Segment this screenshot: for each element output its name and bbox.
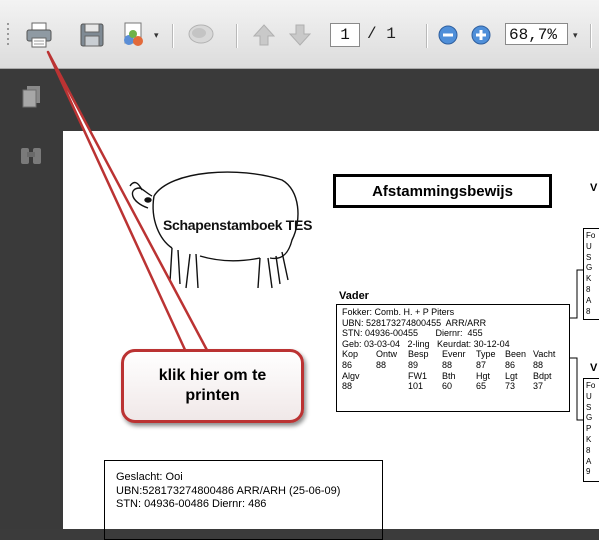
grid-cell: 88 bbox=[376, 359, 387, 370]
grid-cell: 65 bbox=[476, 381, 487, 392]
comment-button[interactable] bbox=[184, 18, 218, 52]
vader-label: Vader bbox=[339, 290, 369, 302]
grid-cell: 37 bbox=[533, 381, 544, 392]
grid-cell: Hgt bbox=[476, 370, 491, 381]
next-page-button[interactable] bbox=[286, 20, 314, 50]
navigation-pane bbox=[0, 69, 63, 529]
zoom-in-icon bbox=[471, 25, 491, 45]
right-bottom-line: 8 bbox=[586, 445, 591, 455]
pages-icon bbox=[22, 86, 40, 108]
right-top-line: S bbox=[586, 252, 592, 262]
zoom-in-button[interactable] bbox=[470, 24, 492, 46]
grid-cell: 89 bbox=[408, 359, 419, 370]
vader-line: Fokker: Comb. H. + P Piters bbox=[342, 307, 455, 317]
print-button[interactable] bbox=[22, 18, 56, 52]
right-bottom-line: 9 bbox=[586, 467, 591, 477]
arrow-up-icon bbox=[253, 24, 275, 46]
animal-line: STN: 04936-00486 Diernr: 486 bbox=[116, 498, 267, 510]
grid-cell: Been bbox=[505, 349, 527, 360]
grid-cell: 73 bbox=[505, 381, 516, 392]
grid-cell bbox=[376, 371, 408, 382]
toolbar-separator bbox=[236, 24, 238, 48]
right-top-line: 8 bbox=[586, 306, 591, 316]
grid-cell bbox=[376, 381, 408, 392]
right-top-label: V bbox=[590, 182, 598, 194]
binoculars-icon bbox=[21, 148, 41, 164]
right-bottom-line: G bbox=[586, 413, 593, 423]
document-people-icon bbox=[124, 22, 143, 46]
right-bottom-label: V bbox=[590, 362, 598, 374]
vader-line: Geb: 03-03-04 2-ling Keurdat: 30-12-04 bbox=[342, 338, 510, 349]
grid-cell: Algv bbox=[342, 370, 360, 381]
callout-line: printen bbox=[185, 387, 240, 404]
toolbar-separator bbox=[590, 24, 592, 48]
toolbar-grip bbox=[6, 22, 10, 48]
grid-cell: Type bbox=[476, 349, 496, 360]
grid-cell: 88 bbox=[442, 359, 453, 370]
right-bottom-line: P bbox=[586, 424, 592, 434]
printer-icon bbox=[26, 22, 52, 48]
right-bottom-line: A bbox=[586, 456, 592, 466]
document-title: Afstammingsbewijs bbox=[333, 174, 552, 208]
right-bottom-line: U bbox=[586, 391, 592, 401]
grid-cell: Lgt bbox=[505, 370, 518, 381]
right-bottom-line: Fo bbox=[586, 381, 596, 390]
attachments-panel-button[interactable] bbox=[18, 141, 44, 169]
toolbar: ▾ 1 / 1 68,7% ▾ bbox=[0, 0, 599, 69]
right-bottom-line: K bbox=[586, 434, 592, 444]
vader-line: STN: 04936-00455 Diernr: 455 bbox=[342, 328, 483, 339]
page-number-input[interactable]: 1 bbox=[330, 23, 360, 47]
grid-cell: 86 bbox=[342, 359, 353, 370]
right-top-line: G bbox=[586, 263, 593, 273]
grid-cell: 87 bbox=[476, 359, 487, 370]
callout-bubble: klik hier om te printen bbox=[121, 349, 304, 423]
zoom-out-button[interactable] bbox=[437, 24, 459, 46]
right-top-box: Fo U S G K 8 A 8 bbox=[583, 228, 599, 320]
grid-cell: Kop bbox=[342, 349, 359, 360]
grid-cell: 86 bbox=[505, 359, 516, 370]
toolbar-separator bbox=[172, 24, 174, 48]
right-top-line: A bbox=[586, 295, 592, 305]
previous-page-button[interactable] bbox=[250, 20, 278, 50]
chevron-down-icon[interactable]: ▾ bbox=[154, 30, 159, 41]
right-top-line: 8 bbox=[586, 284, 591, 294]
right-bottom-box: Fo U S G P K 8 A 9 bbox=[583, 378, 599, 482]
zoom-level-input[interactable]: 68,7% bbox=[505, 23, 568, 45]
logo-text: Schapenstamboek TES bbox=[163, 217, 313, 233]
grid-cell: 88 bbox=[342, 381, 353, 392]
grid-cell: Vacht bbox=[533, 349, 556, 360]
document-viewport bbox=[63, 69, 599, 131]
zoom-dropdown-icon[interactable]: ▾ bbox=[573, 30, 578, 41]
zoom-out-icon bbox=[438, 25, 458, 45]
create-pdf-button[interactable] bbox=[118, 18, 150, 52]
callout-line: klik hier om te bbox=[158, 367, 267, 384]
right-top-line: K bbox=[586, 274, 592, 284]
grid-cell: Bth bbox=[442, 370, 456, 381]
floppy-disk-icon bbox=[80, 23, 104, 47]
grid-cell: Evenr bbox=[442, 349, 466, 360]
grid-cell: Ontw bbox=[376, 349, 398, 360]
toolbar-separator bbox=[426, 24, 428, 48]
vader-line: UBN: 528173274800455 ARR/ARR bbox=[342, 317, 487, 328]
grid-cell: FW1 bbox=[408, 370, 427, 381]
right-top-line: U bbox=[586, 241, 592, 251]
pages-panel-button[interactable] bbox=[18, 83, 44, 111]
save-button[interactable] bbox=[75, 18, 109, 52]
animal-info-box: Geslacht: Ooi UBN:528173274800486 ARR/AR… bbox=[104, 460, 383, 540]
vader-scores-grid: Kop Ontw Besp Evenr Type Been Vacht 86 8… bbox=[342, 349, 569, 391]
grid-cell: Besp bbox=[408, 349, 429, 360]
animal-line: Geslacht: Ooi bbox=[116, 471, 183, 483]
grid-cell: 60 bbox=[442, 381, 453, 392]
grid-cell: Bdpt bbox=[533, 370, 552, 381]
animal-line: UBN:528173274800486 ARR/ARH (25-06-09) bbox=[116, 484, 341, 497]
right-top-line: Fo bbox=[586, 231, 596, 240]
speech-bubble-icon bbox=[188, 24, 214, 44]
right-bottom-line: S bbox=[586, 402, 592, 412]
grid-cell: 101 bbox=[408, 381, 424, 392]
page-total: / 1 bbox=[367, 25, 396, 43]
vader-info-box: Fokker: Comb. H. + P Piters UBN: 5281732… bbox=[336, 304, 570, 412]
grid-cell: 88 bbox=[533, 359, 544, 370]
arrow-down-icon bbox=[289, 24, 311, 46]
